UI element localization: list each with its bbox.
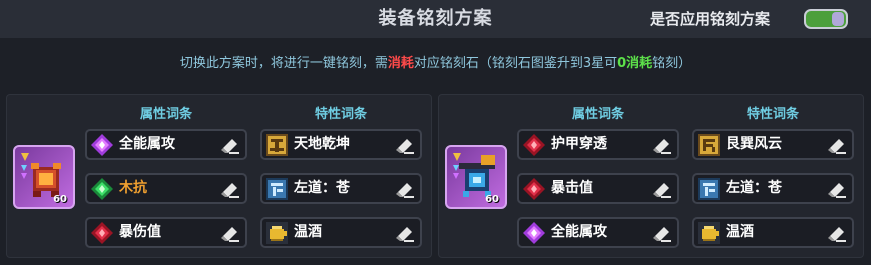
attribute-label: 暴伤值 bbox=[119, 224, 161, 240]
trait-slot-3[interactable]: 温酒 bbox=[692, 217, 854, 248]
trait-label: 左道：苍 bbox=[726, 180, 782, 196]
attribute-slot-2[interactable]: 暴击值 bbox=[517, 173, 679, 204]
eraser-icon[interactable] bbox=[826, 134, 848, 156]
trait-label: 艮巽风云 bbox=[726, 136, 782, 152]
trait-label: 温酒 bbox=[726, 224, 754, 240]
apply-plan-toggle[interactable] bbox=[804, 9, 848, 29]
gear-level: 60 bbox=[53, 194, 67, 205]
attribute-slot-1[interactable]: 护甲穿透 bbox=[517, 129, 679, 160]
left-path-icon bbox=[698, 178, 720, 200]
trait-label: 天地乾坤 bbox=[294, 136, 350, 152]
attr-header: 属性词条 bbox=[572, 107, 625, 122]
attr-header: 属性词条 bbox=[140, 107, 193, 122]
attribute-slot-1[interactable]: 全能属攻 bbox=[85, 129, 247, 160]
gear-slot[interactable]: 60 bbox=[13, 145, 75, 209]
warm-wine-icon bbox=[266, 222, 288, 244]
red-gem-icon bbox=[523, 134, 545, 156]
trait-label: 温酒 bbox=[294, 224, 322, 240]
attribute-label: 全能属攻 bbox=[551, 224, 607, 240]
heaven-earth-icon bbox=[266, 134, 288, 156]
purple-gem-icon bbox=[91, 134, 113, 156]
eraser-icon[interactable] bbox=[651, 222, 673, 244]
apply-plan-toggle-label: 是否应用铭刻方案 bbox=[650, 10, 771, 28]
eraser-icon[interactable] bbox=[651, 134, 673, 156]
attribute-slot-3[interactable]: 全能属攻 bbox=[517, 217, 679, 248]
left-path-icon bbox=[266, 178, 288, 200]
plan-panel-1: 属性词条 特性词条 60 全能属攻 木抗 暴伤值 天地乾坤 左道：苍 温酒 bbox=[6, 94, 432, 258]
wind-cloud-icon bbox=[698, 134, 720, 156]
trait-slot-1[interactable]: 艮巽风云 bbox=[692, 129, 854, 160]
trait-slot-2[interactable]: 左道：苍 bbox=[260, 173, 422, 204]
warm-wine-icon bbox=[698, 222, 720, 244]
attribute-label: 木抗 bbox=[119, 180, 147, 196]
engrave-notice: 切换此方案时，将进行一键铭刻，需消耗对应铭刻石（铭刻石图鉴升到3星可0消耗铭刻） bbox=[0, 52, 871, 71]
eraser-icon[interactable] bbox=[826, 178, 848, 200]
purple-gem-icon bbox=[523, 222, 545, 244]
gear-slot[interactable]: 60 bbox=[445, 145, 507, 209]
attribute-slot-2[interactable]: 木抗 bbox=[85, 173, 247, 204]
eraser-icon[interactable] bbox=[394, 222, 416, 244]
attribute-label: 全能属攻 bbox=[119, 136, 175, 152]
attribute-label: 暴击值 bbox=[551, 180, 593, 196]
eraser-icon[interactable] bbox=[394, 178, 416, 200]
green-gem-icon bbox=[91, 178, 113, 200]
notice-cost: 消耗 bbox=[387, 56, 414, 71]
eraser-icon[interactable] bbox=[219, 134, 241, 156]
eraser-icon[interactable] bbox=[219, 222, 241, 244]
trait-slot-2[interactable]: 左道：苍 bbox=[692, 173, 854, 204]
notice-text-3: 铭刻） bbox=[652, 56, 692, 71]
eraser-icon[interactable] bbox=[826, 222, 848, 244]
eraser-icon[interactable] bbox=[394, 134, 416, 156]
notice-text-1: 切换此方案时，将进行一键铭刻，需 bbox=[179, 56, 388, 71]
eraser-icon[interactable] bbox=[651, 178, 673, 200]
attribute-slot-3[interactable]: 暴伤值 bbox=[85, 217, 247, 248]
toggle-knob[interactable] bbox=[832, 12, 844, 26]
trait-header: 特性词条 bbox=[747, 107, 800, 122]
red-gem-icon bbox=[523, 178, 545, 200]
trait-label: 左道：苍 bbox=[294, 180, 350, 196]
plan-panel-2: 属性词条 特性词条 60 护甲穿透 暴击值 全能属攻 艮巽风云 左道：苍 温酒 bbox=[438, 94, 864, 258]
eraser-icon[interactable] bbox=[219, 178, 241, 200]
notice-text-2: 对应铭刻石（铭刻石图鉴升到3星可 bbox=[413, 56, 618, 71]
trait-slot-3[interactable]: 温酒 bbox=[260, 217, 422, 248]
attribute-label: 护甲穿透 bbox=[551, 136, 607, 152]
trait-slot-1[interactable]: 天地乾坤 bbox=[260, 129, 422, 160]
gear-level: 60 bbox=[485, 194, 499, 205]
notice-free: 0消耗 bbox=[617, 56, 653, 71]
trait-header: 特性词条 bbox=[315, 107, 368, 122]
red-gem-icon bbox=[91, 222, 113, 244]
